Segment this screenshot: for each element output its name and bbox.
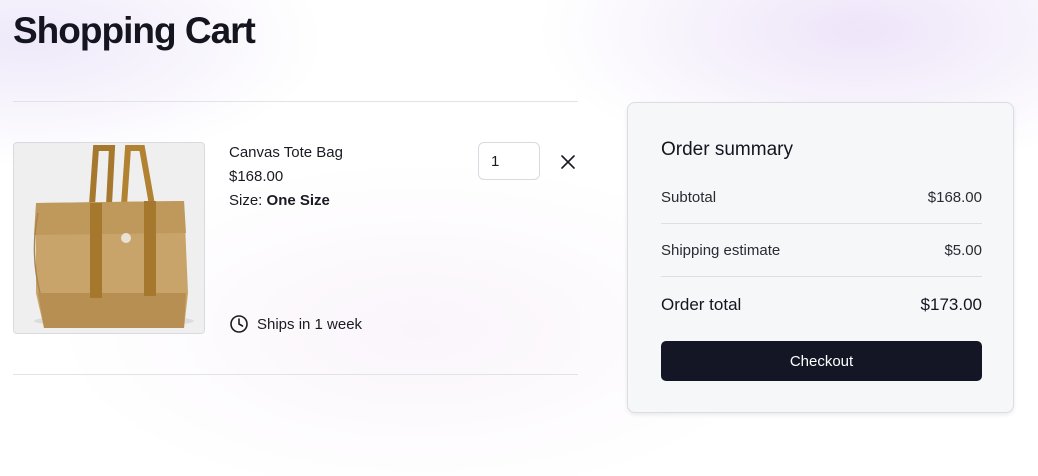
close-icon [561, 155, 575, 169]
product-price: $168.00 [229, 168, 284, 185]
product-size: Size: One Size [229, 192, 330, 209]
clock-icon [230, 315, 248, 333]
summary-divider [661, 276, 982, 277]
total-row: Order total $173.00 [661, 295, 982, 315]
total-label: Order total [661, 295, 742, 314]
subtotal-value: $168.00 [927, 189, 982, 206]
order-summary: Order summary Subtotal $168.00 Shipping … [627, 102, 1014, 413]
total-value: $173.00 [920, 295, 982, 314]
checkout-button[interactable]: Checkout [661, 341, 982, 381]
shipping-value: $5.00 [944, 242, 982, 259]
product-size-value: One Size [266, 192, 330, 209]
subtotal-label: Subtotal [661, 189, 717, 206]
canvas-tote-bag-image [14, 143, 204, 333]
summary-title: Order summary [661, 139, 793, 160]
cart-top-divider [13, 101, 578, 102]
cart-bottom-divider [13, 374, 578, 375]
shipping-row: Shipping estimate $5.00 [661, 242, 982, 259]
product-size-label: Size: [229, 192, 263, 209]
remove-item-button[interactable] [556, 150, 580, 174]
shipping-text: Ships in 1 week [257, 315, 363, 333]
shipping-info: Ships in 1 week [229, 314, 362, 334]
subtotal-row: Subtotal $168.00 [661, 189, 982, 206]
summary-divider [661, 223, 982, 224]
shipping-label: Shipping estimate [661, 242, 781, 259]
product-name[interactable]: Canvas Tote Bag [229, 144, 343, 161]
product-image[interactable] [13, 142, 205, 334]
page-title: Shopping Cart [13, 10, 256, 51]
quantity-value: 1 [491, 153, 500, 170]
quantity-input[interactable]: 1 [478, 142, 540, 180]
